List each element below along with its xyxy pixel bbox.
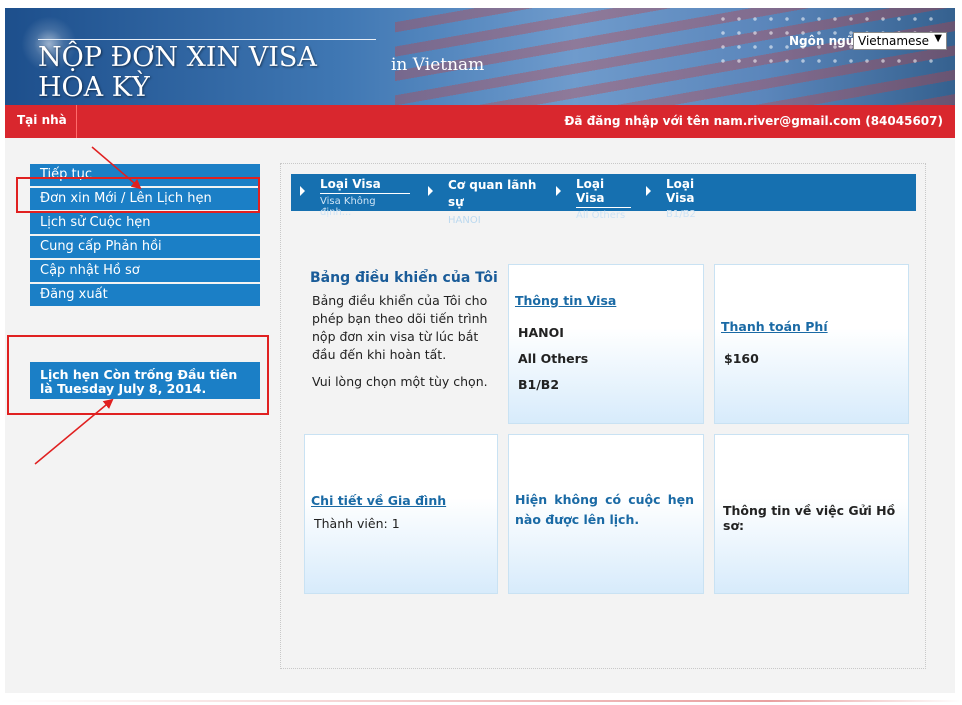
family-details-card[interactable]: Chi tiết về Gia đình Thành viên: 1 <box>304 434 498 594</box>
sidebar-item-appointment-history[interactable]: Lịch sử Cuộc hẹn <box>30 212 260 234</box>
breadcrumb-visa-class[interactable]: Loại Visa All Others <box>576 177 631 221</box>
visa-info-type: B1/B2 <box>518 377 560 392</box>
top-navbar: Tại nhà Đã đăng nhập với tên nam.river@g… <box>5 105 955 138</box>
login-status: Đã đăng nhập với tên nam.river@gmail.com… <box>564 114 943 128</box>
home-link[interactable]: Tại nhà <box>5 105 77 138</box>
sidebar-item-logout[interactable]: Đăng xuất <box>30 284 260 306</box>
fee-amount: $160 <box>724 351 759 366</box>
chevron-right-icon <box>646 186 651 196</box>
visa-info-link[interactable]: Thông tin Visa <box>515 293 616 308</box>
chevron-right-icon <box>428 186 433 196</box>
visa-info-class: All Others <box>518 351 589 366</box>
chevron-down-icon: ▼ <box>934 33 942 44</box>
chevron-right-icon <box>300 186 305 196</box>
dashboard-description: Bảng điều khiển của Tôi cho phép bạn the… <box>312 293 488 362</box>
breadcrumb: Loại Visa Visa Không định... Cơ quan lãn… <box>291 174 916 226</box>
appointment-status: Hiện không có cuộc hẹn nào được lên lịch… <box>515 492 694 527</box>
fee-payment-card[interactable]: Thanh toán Phí $160 <box>714 264 909 424</box>
language-label: Ngôn ngữ: <box>789 34 860 48</box>
language-select[interactable]: Vietnamese ▼ <box>853 32 947 50</box>
footer-divider <box>0 700 962 702</box>
annotation-box-appointment <box>7 335 269 415</box>
visa-info-card[interactable]: Thông tin Visa HANOI All Others B1/B2 <box>508 264 704 424</box>
sidebar-item-update-profile[interactable]: Cập nhật Hồ sơ <box>30 260 260 282</box>
dashboard-title: Bảng điều khiển của Tôi <box>310 270 498 286</box>
dashboard-instruction: Vui lòng chọn một tùy chọn. <box>312 374 488 389</box>
fee-payment-link[interactable]: Thanh toán Phí <box>721 319 828 334</box>
title-rule <box>38 39 376 40</box>
site-title: NỘP ĐƠN XIN VISA HOA KỲ <box>38 42 317 103</box>
language-selected-value: Vietnamese <box>858 34 930 48</box>
breadcrumb-consulate[interactable]: Cơ quan lãnh sự HANOI <box>448 177 543 226</box>
appointment-card[interactable]: Hiện không có cuộc hẹn nào được lên lịch… <box>508 434 704 594</box>
chevron-right-icon <box>556 186 561 196</box>
sidebar-item-feedback[interactable]: Cung cấp Phản hồi <box>30 236 260 258</box>
breadcrumb-visa-category[interactable]: Loại Visa Visa Không định... <box>320 177 410 218</box>
family-details-link[interactable]: Chi tiết về Gia đình <box>311 493 446 508</box>
header-banner: NỘP ĐƠN XIN VISA HOA KỲ in Vietnam Ngôn … <box>5 8 955 105</box>
annotation-box-menu <box>16 177 260 213</box>
breadcrumb-visa-type[interactable]: Loại Visa B1/B2 <box>666 177 721 220</box>
site-subtitle: in Vietnam <box>391 55 485 75</box>
document-delivery-card[interactable]: Thông tin về việc Gửi Hồ sơ: <box>714 434 909 594</box>
document-delivery-info: Thông tin về việc Gửi Hồ sơ: <box>723 503 896 533</box>
family-members-count: Thành viên: 1 <box>314 516 400 531</box>
visa-info-consulate: HANOI <box>518 325 564 340</box>
